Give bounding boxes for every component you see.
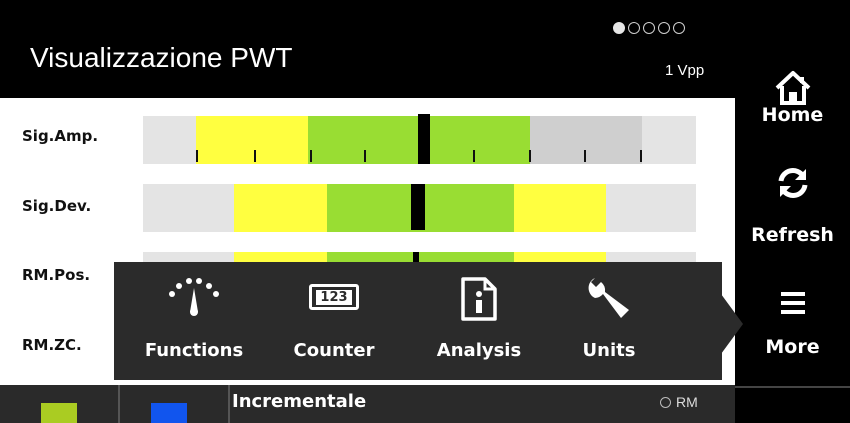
sidebar-divider [735, 386, 850, 388]
sig-amp-tick [640, 150, 642, 162]
rm-pos-yellow-left [234, 252, 327, 262]
counter-icon-text: 123 [316, 289, 352, 305]
page-indicator[interactable] [613, 22, 685, 34]
rm-pos-yellow-right [514, 252, 606, 262]
more-menu-popup: Functions 123 Counter Analysis Units [114, 262, 722, 380]
units-button[interactable]: Units [559, 262, 659, 380]
sig-amp-tick [254, 150, 256, 162]
sig-amp-tick [529, 150, 531, 162]
analysis-label: Analysis [436, 340, 522, 361]
sidebar: Home Refresh More [735, 0, 850, 423]
more-label: More [765, 336, 820, 358]
sig-dev-bar [143, 184, 696, 232]
sig-dev-marker [411, 184, 425, 230]
row-label-sig-amp: Sig.Amp. [22, 127, 99, 145]
bottom-divider [118, 385, 120, 423]
refresh-icon [735, 166, 850, 200]
sig-amp-tick [584, 150, 586, 162]
more-button[interactable]: More [735, 278, 850, 378]
gauge-icon [134, 276, 254, 320]
sig-amp-tick [196, 150, 198, 162]
bottom-divider [228, 385, 230, 423]
row-label-rm-zc: RM.ZC. [22, 336, 82, 354]
refresh-button[interactable]: Refresh [735, 160, 850, 260]
sig-amp-yellow-segment [196, 116, 308, 164]
page-dot-1[interactable] [613, 22, 625, 34]
page-dot-3[interactable] [643, 22, 655, 34]
functions-button[interactable]: Functions [134, 262, 254, 380]
page-dot-4[interactable] [658, 22, 670, 34]
home-button[interactable]: Home [735, 0, 850, 160]
wrench-icon [559, 274, 659, 322]
signal-a-color-indicator[interactable] [41, 403, 77, 423]
analysis-button[interactable]: Analysis [419, 262, 539, 380]
rm-pos-green-segment [327, 252, 514, 262]
home-icon [735, 70, 850, 106]
sig-amp-tick [310, 150, 312, 162]
sig-dev-yellow-right [514, 184, 606, 232]
sig-amp-marker [418, 114, 430, 164]
bottom-bar [0, 385, 735, 423]
sig-amp-gray-segment [530, 116, 642, 164]
rm-indicator: RM [660, 394, 698, 410]
signal-type: 1 Vpp [665, 62, 705, 79]
counter-icon: 123 [279, 284, 389, 310]
info-document-icon [419, 276, 539, 322]
signal-b-color-indicator[interactable] [151, 403, 187, 423]
home-label: Home [761, 104, 824, 126]
sig-amp-tick [473, 150, 475, 162]
page-dot-5[interactable] [673, 22, 685, 34]
sig-amp-bar [143, 114, 696, 164]
functions-label: Functions [144, 340, 244, 361]
sig-dev-yellow-left [234, 184, 327, 232]
sig-amp-tick [364, 150, 366, 162]
mode-label: Incrementale [232, 391, 367, 412]
rm-label: RM [676, 394, 698, 410]
counter-button[interactable]: 123 Counter [279, 262, 389, 380]
row-label-sig-dev: Sig.Dev. [22, 197, 92, 215]
counter-label: Counter [293, 340, 375, 361]
row-label-rm-pos: RM.Pos. [22, 266, 91, 284]
refresh-label: Refresh [751, 224, 834, 246]
units-label: Units [582, 340, 636, 361]
menu-icon [735, 290, 850, 316]
rm-status-circle [660, 396, 671, 408]
popup-pointer [721, 294, 743, 354]
rm-pos-bar [143, 252, 696, 262]
page-dot-2[interactable] [628, 22, 640, 34]
page-title: Visualizzazione PWT [30, 42, 293, 73]
rm-pos-marker [413, 252, 419, 262]
